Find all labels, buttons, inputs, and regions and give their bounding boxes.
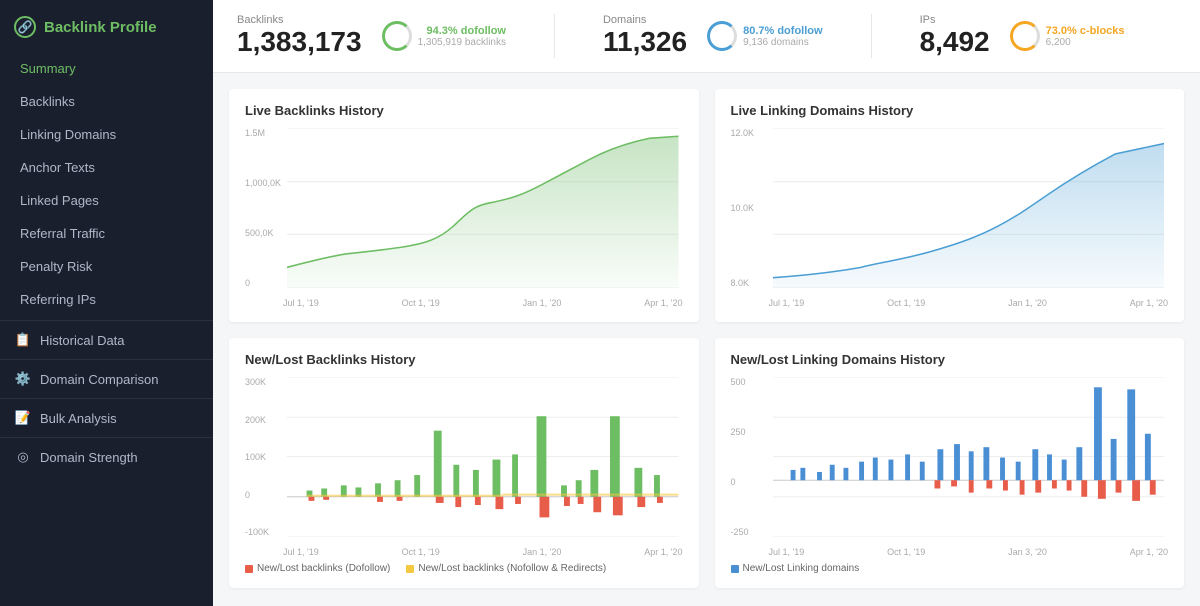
domains-label: Domains — [603, 14, 687, 26]
backlinks-value: 1,383,173 — [237, 26, 362, 58]
legend-dofollow-label: New/Lost backlinks (Dofollow) — [257, 563, 390, 574]
sidebar-section-historical-data[interactable]: 📋 Historical Data — [0, 320, 213, 355]
new-lost-backlinks-chart: 300K 200K 100K 0 -100K — [245, 377, 683, 557]
live-backlinks-title: Live Backlinks History — [245, 103, 683, 118]
live-backlinks-chart: 1.5M 1,000,0K 500,0K 0 — [245, 128, 683, 308]
sidebar-item-backlinks[interactable]: Backlinks — [0, 85, 213, 118]
sidebar-item-linked-pages[interactable]: Linked Pages — [0, 184, 213, 217]
new-lost-domains-yaxis: 500 250 0 -250 — [731, 377, 769, 537]
chart-new-lost-domains: New/Lost Linking Domains History 500 250… — [715, 338, 1185, 588]
sidebar-item-label: Backlinks — [20, 94, 75, 109]
domain-strength-icon: ◎ — [14, 448, 32, 466]
legend-nofollow-label: New/Lost backlinks (Nofollow & Redirects… — [418, 563, 606, 574]
ips-badge: 73.0% c-blocks — [1046, 25, 1125, 37]
sidebar-section-label: Domain Comparison — [40, 372, 159, 387]
legend-linking-domains-dot — [731, 565, 739, 573]
legend-linking-domains: New/Lost Linking domains — [731, 563, 860, 574]
live-backlinks-plot — [287, 128, 679, 288]
bulk-analysis-icon: 📝 — [14, 409, 32, 427]
new-lost-backlinks-yaxis: 300K 200K 100K 0 -100K — [245, 377, 283, 537]
legend-nofollow: New/Lost backlinks (Nofollow & Redirects… — [406, 563, 606, 574]
ips-value: 8,492 — [920, 26, 990, 58]
stat-ips: IPs 8,492 73.0% c-blocks 6,200 — [920, 14, 1125, 58]
sidebar-section-domain-strength[interactable]: ◎ Domain Strength — [0, 437, 213, 472]
sidebar-section-label: Historical Data — [40, 333, 125, 348]
sidebar-item-label: Referral Traffic — [20, 226, 105, 241]
main-content: Backlinks 1,383,173 94.3% dofollow 1,305… — [213, 0, 1200, 606]
backlinks-label: Backlinks — [237, 14, 362, 26]
new-lost-backlinks-title: New/Lost Backlinks History — [245, 352, 683, 367]
sidebar-item-label: Anchor Texts — [20, 160, 95, 175]
new-lost-backlinks-plot — [287, 377, 679, 537]
stat-backlinks: Backlinks 1,383,173 94.3% dofollow 1,305… — [237, 14, 555, 58]
sidebar-item-label: Linking Domains — [20, 127, 116, 142]
sidebar-logo-text: Backlink Profile — [44, 19, 157, 36]
legend-dofollow-dot — [245, 565, 253, 573]
new-lost-domains-legend: New/Lost Linking domains — [731, 563, 1169, 574]
chart-new-lost-backlinks: New/Lost Backlinks History 300K 200K 100… — [229, 338, 699, 588]
live-domains-plot — [773, 128, 1165, 288]
live-backlinks-xaxis: Jul 1, '19 Oct 1, '19 Jan 1, '20 Apr 1, … — [283, 298, 683, 308]
ips-circle — [1010, 21, 1040, 51]
live-backlinks-yaxis: 1.5M 1,000,0K 500,0K 0 — [245, 128, 283, 288]
chart-live-domains: Live Linking Domains History 12.0K 10.0K… — [715, 89, 1185, 322]
backlinks-circle — [382, 21, 412, 51]
domain-comparison-icon: ⚙️ — [14, 370, 32, 388]
legend-dofollow: New/Lost backlinks (Dofollow) — [245, 563, 390, 574]
chart-live-backlinks: Live Backlinks History 1.5M 1,000,0K 500… — [229, 89, 699, 322]
new-lost-domains-chart: 500 250 0 -250 — [731, 377, 1169, 557]
live-domains-chart: 12.0K 10.0K 8.0K — [731, 128, 1169, 308]
backlink-logo-icon: 🔗 — [14, 16, 36, 38]
live-domains-title: Live Linking Domains History — [731, 103, 1169, 118]
sidebar-nav: Summary Backlinks Linking Domains Anchor… — [0, 52, 213, 472]
sidebar-section-label: Bulk Analysis — [40, 411, 117, 426]
new-lost-domains-xaxis: Jul 1, '19 Oct 1, '19 Jan 3, '20 Apr 1, … — [769, 547, 1169, 557]
sidebar-item-label: Linked Pages — [20, 193, 99, 208]
sidebar-item-referral-traffic[interactable]: Referral Traffic — [0, 217, 213, 250]
sidebar-item-anchor-texts[interactable]: Anchor Texts — [0, 151, 213, 184]
sidebar: 🔗 Backlink Profile Summary Backlinks Lin… — [0, 0, 213, 606]
charts-grid: Live Backlinks History 1.5M 1,000,0K 500… — [213, 73, 1200, 604]
historical-data-icon: 📋 — [14, 331, 32, 349]
sidebar-item-penalty-risk[interactable]: Penalty Risk — [0, 250, 213, 283]
live-domains-xaxis: Jul 1, '19 Oct 1, '19 Jan 1, '20 Apr 1, … — [769, 298, 1169, 308]
legend-nofollow-dot — [406, 565, 414, 573]
domains-value: 11,326 — [603, 26, 687, 58]
backlinks-subtext: 1,305,919 backlinks — [418, 37, 506, 48]
live-domains-yaxis: 12.0K 10.0K 8.0K — [731, 128, 769, 288]
new-lost-domains-title: New/Lost Linking Domains History — [731, 352, 1169, 367]
ips-subtext: 6,200 — [1046, 37, 1125, 48]
new-lost-backlinks-xaxis: Jul 1, '19 Oct 1, '19 Jan 1, '20 Apr 1, … — [283, 547, 683, 557]
backlinks-badge: 94.3% dofollow — [418, 25, 506, 37]
sidebar-item-label: Summary — [20, 61, 76, 76]
domains-circle — [707, 21, 737, 51]
sidebar-section-label: Domain Strength — [40, 450, 138, 465]
sidebar-item-summary[interactable]: Summary — [0, 52, 213, 85]
sidebar-logo: 🔗 Backlink Profile — [0, 0, 213, 52]
stats-bar: Backlinks 1,383,173 94.3% dofollow 1,305… — [213, 0, 1200, 73]
new-lost-domains-plot — [773, 377, 1165, 537]
sidebar-section-domain-comparison[interactable]: ⚙️ Domain Comparison — [0, 359, 213, 394]
domains-badge: 80.7% dofollow — [743, 25, 822, 37]
sidebar-section-bulk-analysis[interactable]: 📝 Bulk Analysis — [0, 398, 213, 433]
sidebar-item-referring-ips[interactable]: Referring IPs — [0, 283, 213, 316]
sidebar-item-label: Penalty Risk — [20, 259, 92, 274]
legend-linking-domains-label: New/Lost Linking domains — [743, 563, 860, 574]
ips-label: IPs — [920, 14, 990, 26]
sidebar-item-linking-domains[interactable]: Linking Domains — [0, 118, 213, 151]
new-lost-backlinks-legend: New/Lost backlinks (Dofollow) New/Lost b… — [245, 563, 683, 574]
sidebar-item-label: Referring IPs — [20, 292, 96, 307]
domains-subtext: 9,136 domains — [743, 37, 822, 48]
stat-domains: Domains 11,326 80.7% dofollow 9,136 doma… — [603, 14, 872, 58]
